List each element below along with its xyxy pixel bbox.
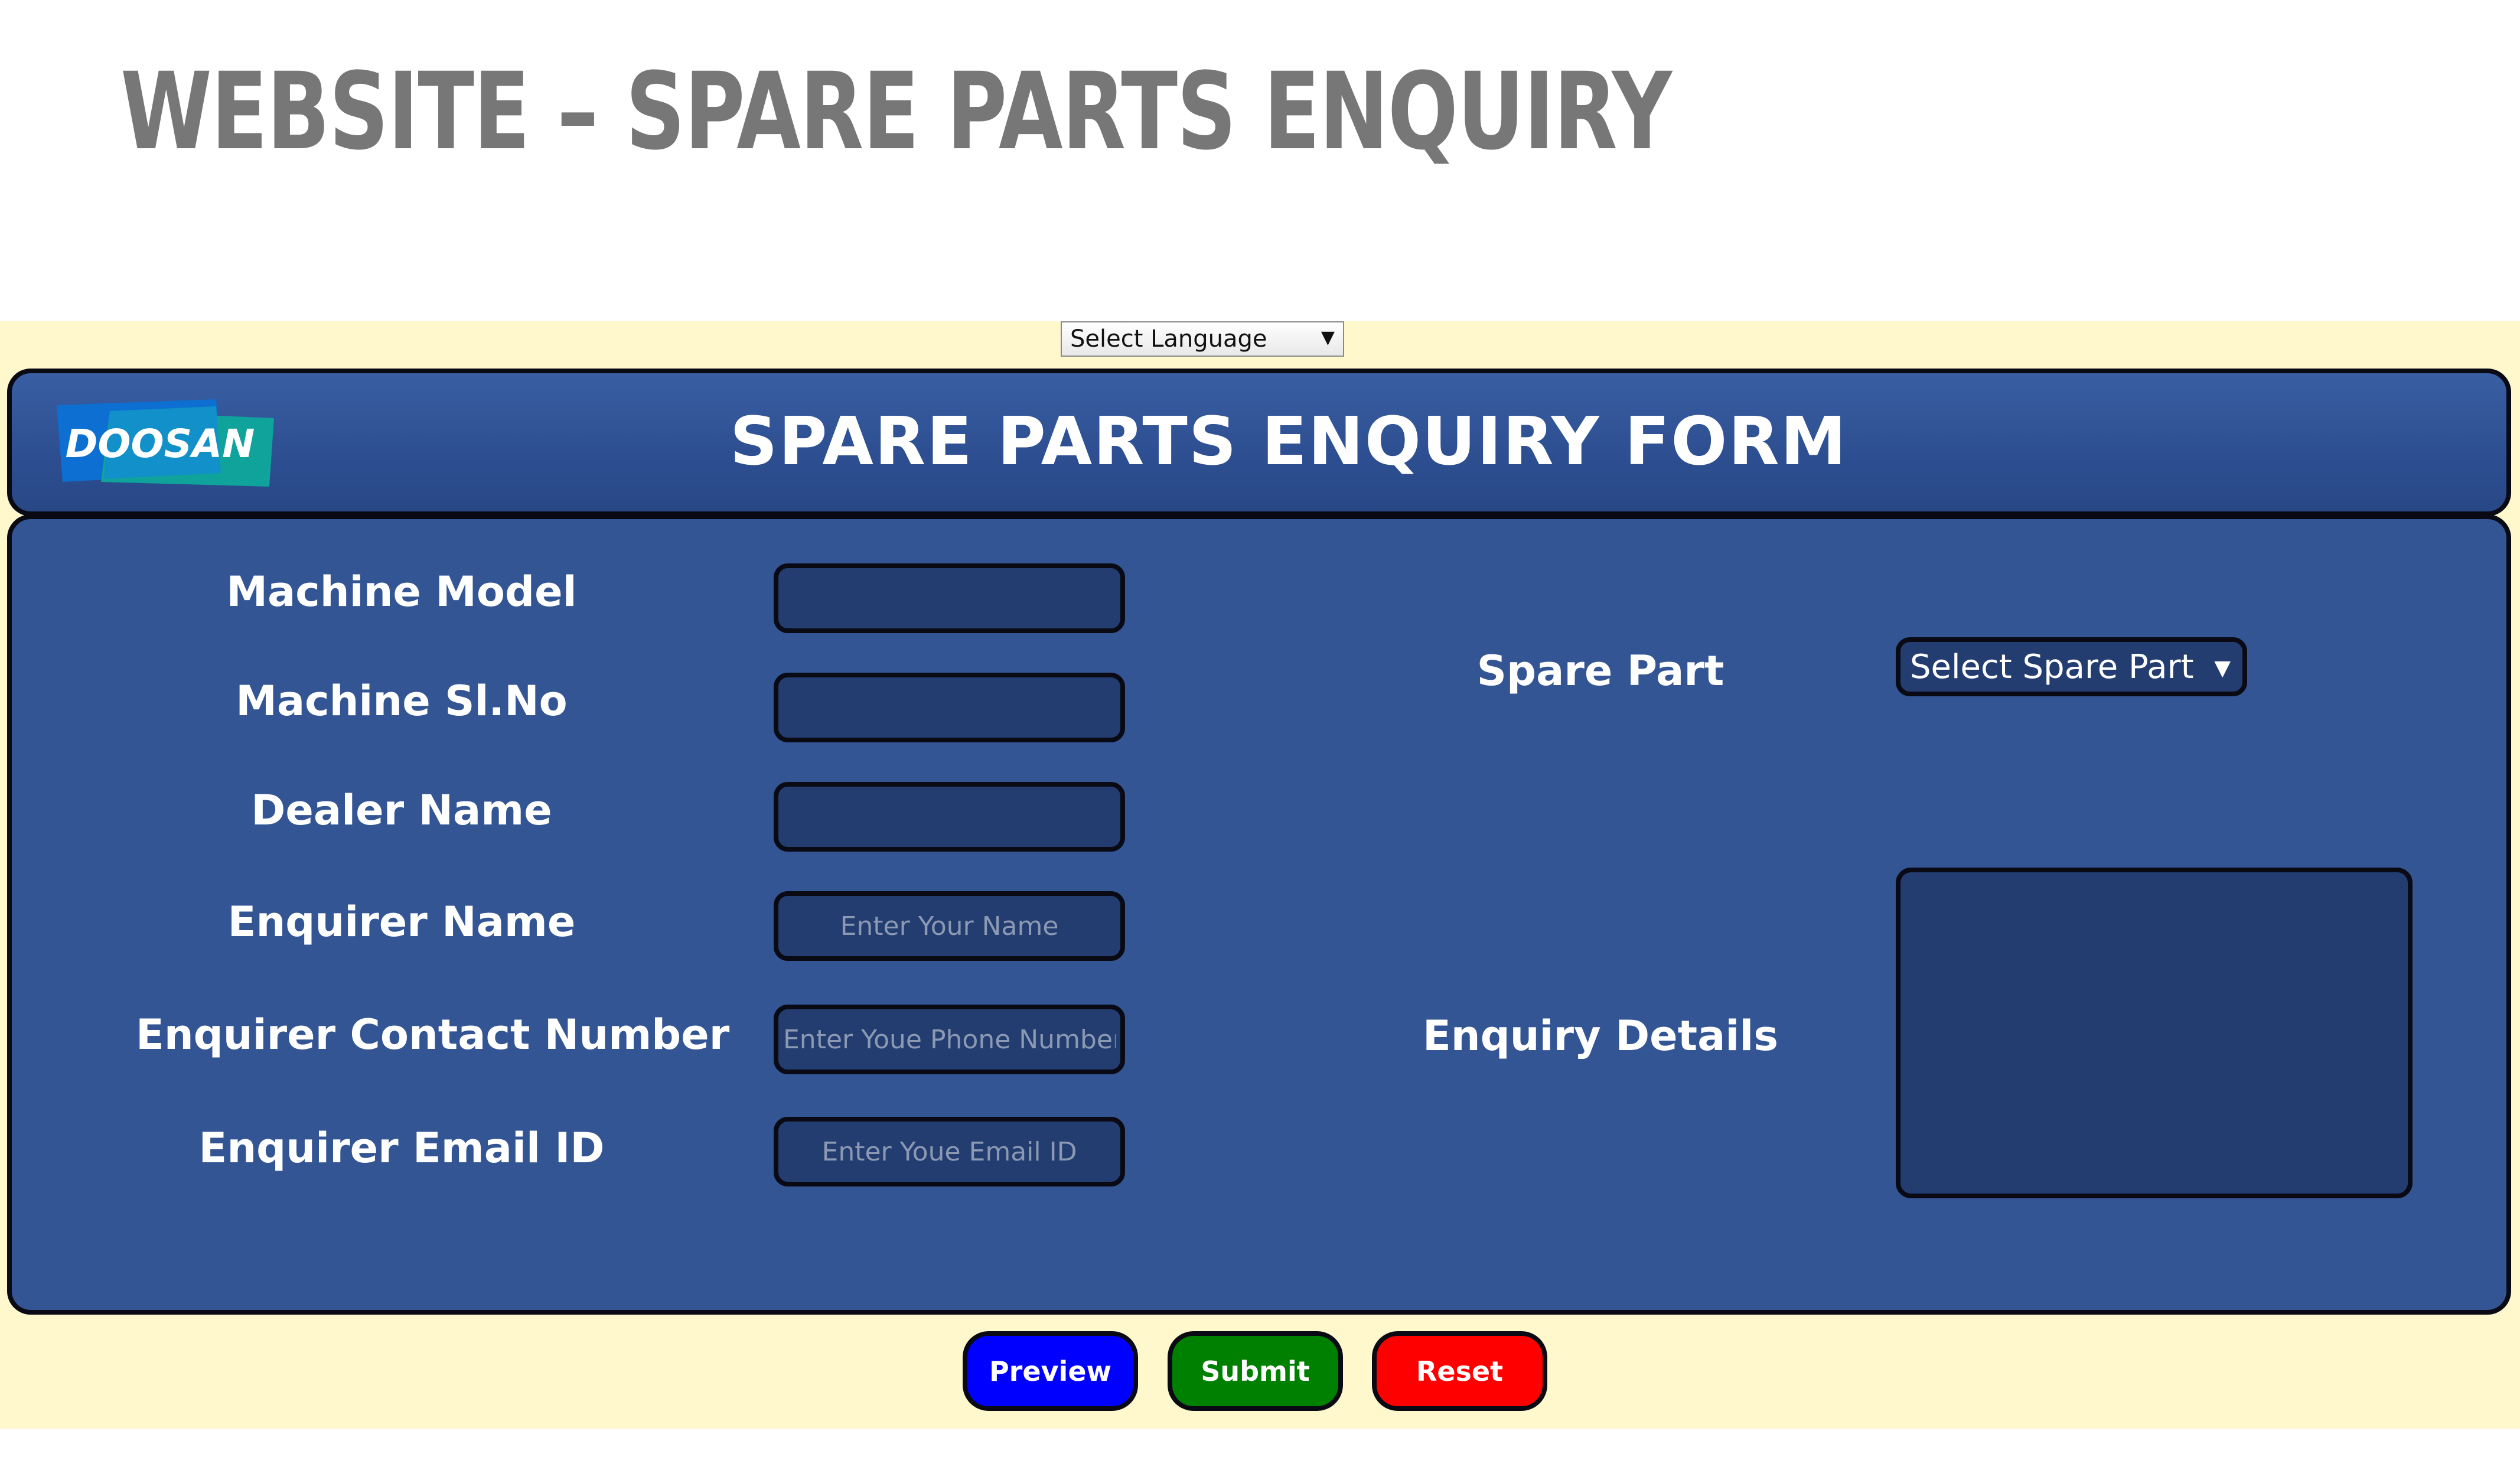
dealer-name-label: Dealer Name [251, 786, 552, 834]
enquirer-contact-label: Enquirer Contact Number [136, 1010, 730, 1059]
machine-model-label: Machine Model [226, 568, 577, 616]
reset-button[interactable]: Reset [1372, 1331, 1547, 1411]
form-title: SPARE PARTS ENQUIRY FORM [729, 403, 1848, 480]
machine-model-input[interactable] [774, 563, 1125, 633]
enquiry-details-label: Enquiry Details [1422, 1012, 1779, 1060]
slide-title: WEBSITE – SPARE PARTS ENQUIRY [120, 50, 1672, 174]
spare-part-label: Spare Part [1476, 647, 1724, 695]
dropdown-arrow-icon: ▼ [1321, 327, 1335, 348]
enquirer-name-input[interactable] [774, 891, 1125, 961]
enquiry-details-textarea[interactable] [1896, 868, 2413, 1198]
spare-part-select[interactable]: Select Spare Part ▼ [1896, 637, 2247, 696]
machine-slno-label: Machine Sl.No [236, 677, 568, 725]
dealer-name-input[interactable] [774, 782, 1125, 852]
preview-button[interactable]: Preview [963, 1331, 1138, 1411]
enquirer-name-label: Enquirer Name [227, 898, 576, 946]
dropdown-arrow-icon: ▼ [2214, 656, 2231, 680]
machine-slno-input[interactable] [774, 673, 1125, 742]
form-header: DOOSAN SPARE PARTS ENQUIRY FORM [7, 369, 2511, 516]
language-select[interactable]: Select Language ▼ [1061, 321, 1344, 357]
submit-button[interactable]: Submit [1168, 1331, 1343, 1411]
form-panel: Machine Model Machine Sl.No Dealer Name … [7, 514, 2511, 1315]
enquiry-page: Select Language ▼ DOOSAN SPARE PARTS ENQ… [0, 321, 2520, 1429]
spare-part-select-value: Select Spare Part [1910, 647, 2194, 686]
language-select-value: Select Language [1070, 325, 1267, 353]
enquirer-email-label: Enquirer Email ID [198, 1124, 605, 1172]
enquirer-contact-input[interactable] [774, 1005, 1125, 1074]
enquirer-email-input[interactable] [774, 1117, 1125, 1186]
